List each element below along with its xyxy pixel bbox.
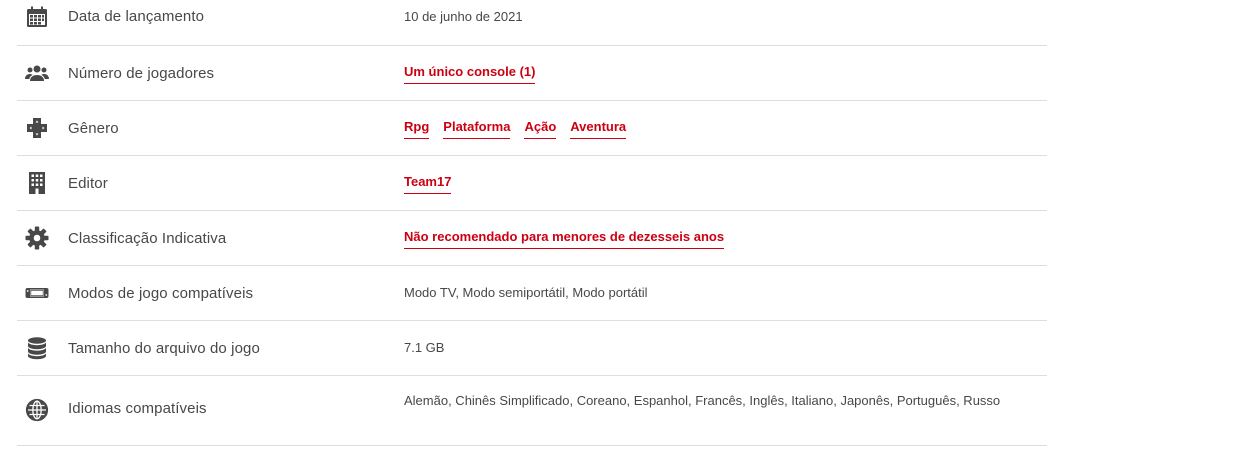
genre-link-action[interactable]: Ação [524, 117, 557, 139]
genre-link-adventure[interactable]: Aventura [570, 117, 627, 139]
database-icon [25, 336, 49, 360]
genre-links: Rpg Plataforma Ação Aventura [404, 117, 1037, 139]
spec-row-players: Número de jogadores Um único console (1) [17, 46, 1047, 101]
players-link[interactable]: Um único console (1) [404, 62, 536, 84]
building-icon [25, 171, 49, 195]
spec-row-rating: Classificação Indicativa Não recomendado… [17, 211, 1047, 266]
spec-label: Número de jogadores [68, 64, 215, 82]
spec-label: Classificação Indicativa [68, 229, 227, 247]
game-specs-list: Data de lançamento 10 de junho de 2021 N… [17, 0, 1047, 446]
globe-icon [25, 398, 49, 422]
publisher-links: Team17 [404, 172, 1037, 194]
spec-label: Tamanho do arquivo do jogo [68, 339, 260, 357]
genre-link-platform[interactable]: Plataforma [443, 117, 511, 139]
spec-row-publisher: Editor Team17 [17, 156, 1047, 211]
rating-link[interactable]: Não recomendado para menores de dezessei… [404, 227, 725, 249]
spec-label: Data de lançamento [68, 8, 205, 25]
file-size-value: 7.1 GB [404, 340, 445, 355]
spec-row-release-date: Data de lançamento 10 de junho de 2021 [17, 0, 1047, 46]
spec-label: Gênero [68, 119, 119, 137]
spec-row-play-modes: Modos de jogo compatíveis Modo TV, Modo … [17, 266, 1047, 321]
switch-console-icon [25, 281, 49, 305]
dpad-icon [25, 116, 49, 140]
spec-row-languages: Idiomas compatíveis Alemão, Chinês Simpl… [17, 376, 1047, 446]
calendar-icon [25, 5, 49, 29]
spec-label: Modos de jogo compatíveis [68, 284, 254, 302]
spec-row-file-size: Tamanho do arquivo do jogo 7.1 GB [17, 321, 1047, 376]
genre-link-rpg[interactable]: Rpg [404, 117, 430, 139]
play-modes-value: Modo TV, Modo semiportátil, Modo portáti… [404, 285, 648, 300]
rating-links: Não recomendado para menores de dezessei… [404, 227, 1037, 249]
users-icon [25, 61, 49, 85]
publisher-link[interactable]: Team17 [404, 172, 452, 194]
gear-icon [25, 226, 49, 250]
languages-value: Alemão, Chinês Simplificado, Coreano, Es… [404, 393, 1001, 408]
spec-row-genre: Gênero Rpg Plataforma Ação Aventura [17, 101, 1047, 156]
players-links: Um único console (1) [404, 62, 1037, 84]
release-date-value: 10 de junho de 2021 [404, 8, 523, 24]
spec-label: Idiomas compatíveis [68, 400, 207, 417]
spec-label: Editor [68, 174, 108, 192]
